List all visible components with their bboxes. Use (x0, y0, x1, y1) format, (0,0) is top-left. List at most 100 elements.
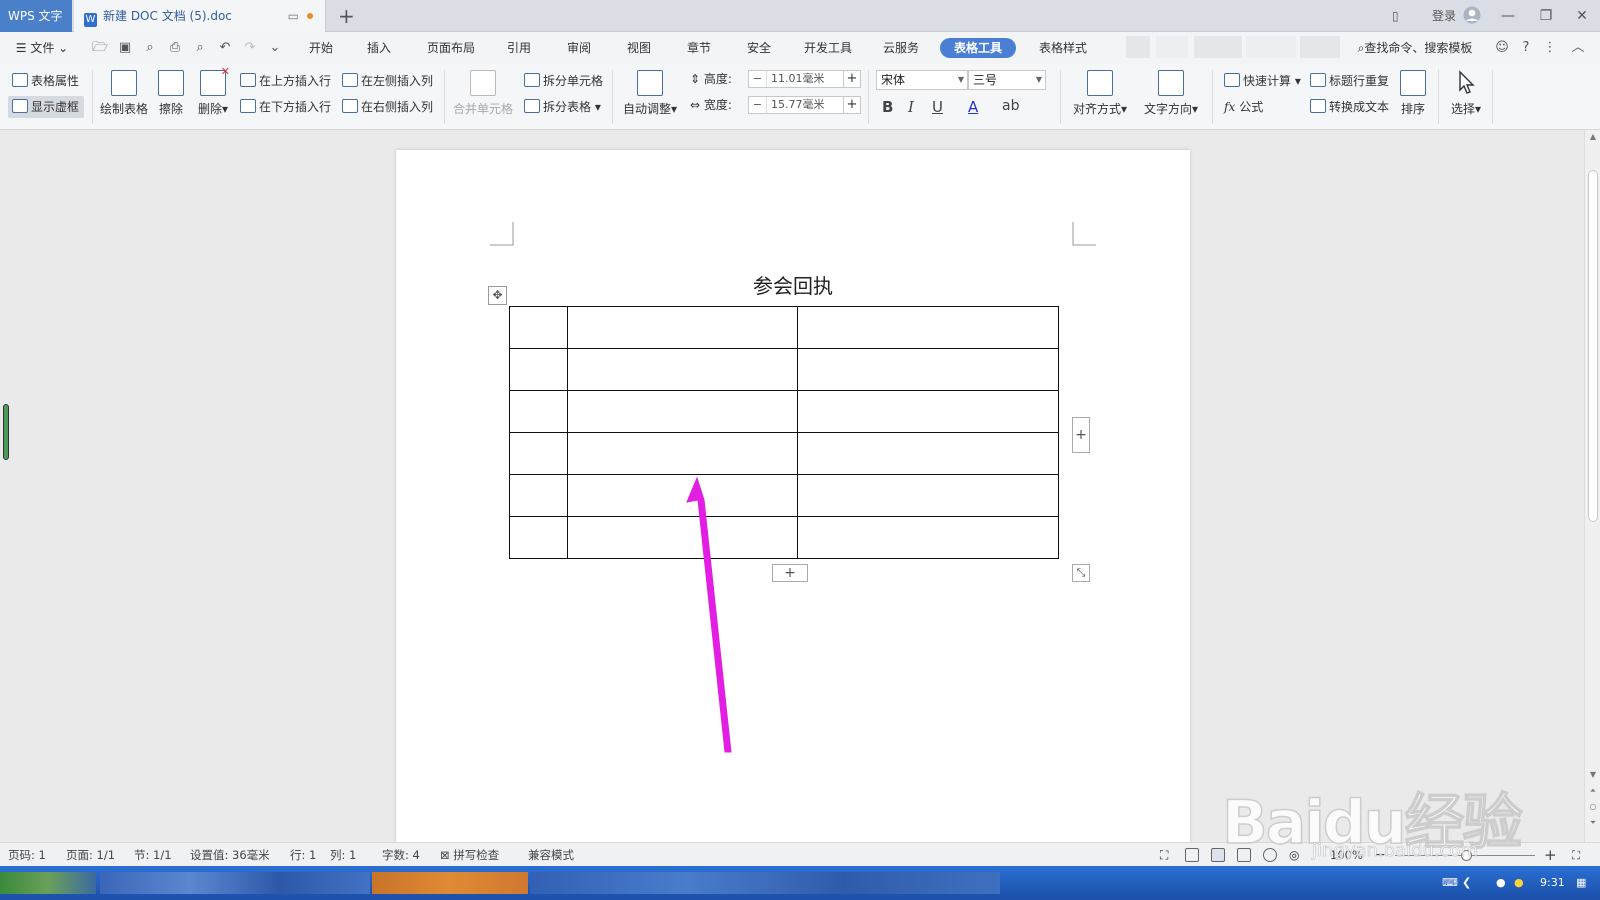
minimize-icon[interactable]: — (1490, 0, 1526, 32)
restore-icon[interactable]: ❐ (1528, 0, 1564, 32)
action-center-icon[interactable]: ▦ (1576, 866, 1586, 900)
command-search[interactable]: ⌕查找命令、搜索模板 (1352, 32, 1478, 64)
repeat-header-button[interactable]: 标题行重复 (1310, 72, 1389, 90)
document-tab[interactable]: W 新建 DOC 文档 (5).doc ▭ (74, 0, 326, 32)
prev-page-icon[interactable]: ⏶ (1585, 786, 1600, 796)
feedback-icon[interactable]: ☺ (1494, 40, 1510, 56)
keyboard-icon[interactable]: ⌨ (1442, 866, 1458, 900)
scroll-up-icon[interactable]: ▲ (1585, 132, 1600, 141)
vertical-scrollbar[interactable]: ▲ ▼ ⏶ ○ ⏷ (1584, 130, 1600, 842)
taskbar-start-blurred[interactable] (0, 872, 96, 894)
insert-row-below-button[interactable]: 在下方插入行 (240, 98, 331, 116)
tab-cloud[interactable]: 云服务 (874, 32, 928, 64)
split-table-button[interactable]: 拆分表格 ▾ (524, 98, 601, 116)
highlight-button[interactable]: ab (1002, 98, 1019, 114)
new-tab-button[interactable]: + (338, 4, 355, 28)
sort-button[interactable]: 排序 (1396, 68, 1430, 117)
tab-start[interactable]: 开始 (298, 32, 344, 64)
show-gridlines-button[interactable]: 显示虚框 (12, 98, 79, 116)
col-width-decrease[interactable]: − (749, 97, 767, 113)
auto-fit-label: 自动调整 (622, 102, 671, 116)
insert-row-above-button[interactable]: 在上方插入行 (240, 72, 331, 90)
formula-button[interactable]: fx 公式 (1224, 98, 1263, 116)
tab-view[interactable]: 视图 (616, 32, 662, 64)
row-height-label: ⇕ 高度: (690, 70, 732, 88)
monitor-icon[interactable]: ▭ (288, 0, 299, 32)
alignment-button[interactable]: 对齐方式▾ (1070, 68, 1130, 117)
scroll-down-icon[interactable]: ▼ (1585, 770, 1600, 779)
next-page-icon[interactable]: ⏷ (1585, 818, 1600, 828)
clock[interactable]: 9:31 (1540, 866, 1565, 900)
app-tab[interactable]: WPS 文字 (0, 0, 72, 32)
merge-cells-button[interactable]: 合并单元格 (450, 68, 516, 117)
tab-developer[interactable]: 开发工具 (796, 32, 860, 64)
fullscreen-icon[interactable]: ⛶ (1160, 848, 1174, 862)
notification-icon[interactable]: ● (1514, 866, 1524, 900)
taskbar-app-blurred[interactable] (100, 872, 370, 894)
tab-insert[interactable]: 插入 (356, 32, 402, 64)
row-height-increase[interactable]: + (843, 70, 861, 88)
erase-button[interactable]: 擦除 (154, 68, 188, 117)
tab-table-style[interactable]: 表格样式 (1030, 32, 1096, 64)
col-width-increase[interactable]: + (843, 96, 861, 114)
find-icon[interactable]: ⌕ (142, 40, 158, 56)
repeat-header-label: 标题行重复 (1329, 74, 1390, 88)
file-menu[interactable]: ☰ 文件 ⌄ (14, 32, 70, 64)
quick-calc-label: 快速计算 (1243, 74, 1292, 88)
redo-icon[interactable]: ↷ (242, 40, 258, 56)
formula-icon: fx (1224, 100, 1236, 114)
gridlines-icon (12, 99, 28, 113)
status-word-count[interactable]: 字数: 4 (382, 843, 420, 867)
tab-table-tools[interactable]: 表格工具 (940, 38, 1016, 58)
font-color-button[interactable]: A (968, 98, 978, 116)
taskbar-active-app-blurred[interactable] (372, 872, 528, 894)
login-button[interactable]: 登录 (1432, 0, 1456, 32)
menu-bar: ☰ 文件 ⌄ 🗁 ▣ ⌕ ⎙ ⌕ ↶ ↷ ⌄ 开始 插入 页面布局 引用 审阅 … (0, 32, 1600, 64)
auto-fit-button[interactable]: 自动调整▾ (620, 68, 680, 117)
insert-col-right-button[interactable]: 在右侧插入列 (342, 98, 433, 116)
col-width-label: ⇔ 宽度: (690, 96, 732, 114)
more-icon[interactable]: ⋮ (1542, 40, 1558, 56)
tab-review[interactable]: 审阅 (556, 32, 602, 64)
row-height-decrease[interactable]: − (749, 71, 767, 87)
font-size-select[interactable]: 三号 ▼ (968, 70, 1046, 90)
split-cells-button[interactable]: 拆分单元格 (524, 72, 603, 90)
italic-button[interactable]: I (908, 98, 914, 116)
fit-window-icon[interactable]: ⛶ (1572, 843, 1580, 867)
help-icon[interactable]: ? (1518, 40, 1534, 56)
avatar-icon[interactable] (1463, 0, 1481, 32)
taskbar-apps-blurred[interactable] (530, 872, 1000, 894)
scroll-thumb[interactable] (1588, 170, 1598, 522)
draw-table-button[interactable]: 绘制表格 (98, 68, 150, 117)
print-icon[interactable]: ⎙ (167, 40, 183, 56)
convert-to-text-button[interactable]: 转换成文本 (1310, 98, 1389, 116)
save-icon[interactable]: ▣ (117, 40, 133, 56)
select-button[interactable]: 选择▾ (1444, 68, 1488, 117)
tab-page-layout[interactable]: 页面布局 (416, 32, 486, 64)
bold-button[interactable]: B (882, 98, 893, 116)
text-direction-button[interactable]: 文字方向▾ (1140, 68, 1202, 117)
tab-chapter[interactable]: 章节 (676, 32, 722, 64)
open-icon[interactable]: 🗁 (92, 40, 108, 56)
undo-icon[interactable]: ↶ (217, 40, 233, 56)
select-browse-icon[interactable]: ○ (1585, 802, 1600, 811)
tab-references[interactable]: 引用 (496, 32, 542, 64)
zoom-in-icon[interactable]: + (1544, 843, 1557, 867)
tab-security[interactable]: 安全 (736, 32, 782, 64)
layout-icon[interactable]: ▯ (1392, 0, 1399, 32)
underline-button[interactable]: U (932, 98, 943, 116)
qq-icon[interactable]: ● (1496, 866, 1506, 900)
blurred-area (1194, 36, 1242, 58)
insert-col-left-button[interactable]: 在左侧插入列 (342, 72, 433, 90)
font-family-select[interactable]: 宋体 ▼ (876, 70, 968, 90)
table-properties-button[interactable]: 表格属性 (12, 72, 79, 90)
close-icon[interactable]: ✕ (1564, 0, 1600, 32)
quick-calc-button[interactable]: 快速计算 ▾ (1224, 72, 1301, 90)
print-preview-icon[interactable]: ⌕ (192, 40, 208, 56)
back-arrow-icon[interactable]: ❮ (1462, 866, 1471, 900)
collapse-ribbon-icon[interactable]: ︿ (1570, 40, 1586, 56)
customize-icon[interactable]: ⌄ (267, 40, 283, 56)
spell-check-button[interactable]: ⊠ 拼写检查 (440, 843, 499, 867)
delete-button[interactable]: ✕ 删除▾ (194, 65, 232, 117)
reading-view-icon[interactable] (1185, 848, 1199, 862)
